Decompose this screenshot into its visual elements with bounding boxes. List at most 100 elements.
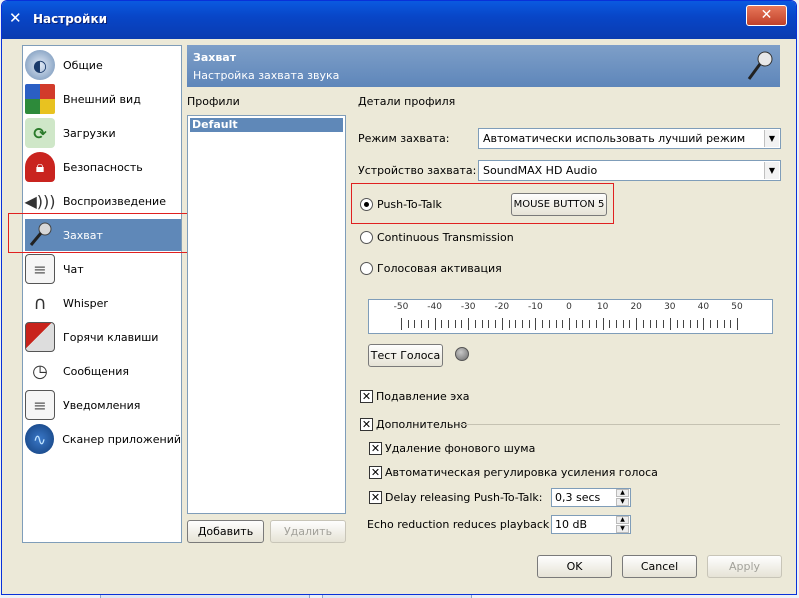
cancel-button[interactable]: Cancel [622,555,697,578]
noise-removal-label: Удаление фонового шума [385,442,536,455]
category-label: Внешний вид [63,92,141,106]
category-messages[interactable]: ◷ Сообщения [25,355,181,387]
category-app-scanner[interactable]: ∿ Сканер приложений [25,423,181,455]
profiles-list[interactable]: Default [187,115,346,514]
scale-tick [723,320,725,328]
category-hotkeys[interactable]: Горячи клавиши [25,321,181,353]
category-general[interactable]: ◐ Общие [25,49,181,81]
headset-icon: ∩ [33,292,47,314]
advanced-label: Дополнительно [376,418,468,431]
scale-tick [528,320,530,328]
chat-icon: ≡ [25,254,55,284]
scale-tick [569,318,570,330]
category-downloads[interactable]: ⟳ Загрузки [25,117,181,149]
scale-tick [636,318,638,330]
scale-tick [737,318,738,330]
app-icon: ✕ [9,9,22,27]
scale-tick [562,320,564,328]
add-profile-button[interactable]: Добавить [187,520,264,543]
scale-tick [421,320,423,328]
scale-tick [515,320,517,328]
scale-tick [542,320,544,328]
agc-label: Автоматическая регулировка усиления голо… [385,466,658,479]
push-to-talk-label: Push-To-Talk [377,198,442,211]
spin-down-icon[interactable]: ▼ [616,525,629,533]
noise-removal-checkbox[interactable]: ✕ [369,442,382,455]
ok-button[interactable]: OK [537,555,612,578]
close-button[interactable]: ✕ [746,5,787,26]
category-label: Безопасность [63,160,143,174]
window-title: Настройки [33,12,108,26]
push-to-talk-radio[interactable] [360,198,373,211]
category-chat[interactable]: ≡ Чат [25,253,181,285]
echo-reduction-value: 10 dB [555,518,588,531]
category-notifications[interactable]: ≡ Уведомления [25,389,181,421]
profile-item-default[interactable]: Default [190,118,343,132]
scale-tick-label: -40 [427,302,442,312]
agc-checkbox[interactable]: ✕ [369,466,382,479]
scale-tick [649,320,651,328]
voice-level-scale[interactable]: -50 -40 -30 -20 -10 0 10 20 30 40 50 [368,299,773,334]
delete-profile-button[interactable]: Удалить [270,520,346,543]
scale-tick [629,320,631,328]
notifications-icon: ≡ [25,390,55,420]
category-whisper[interactable]: ∩ Whisper [25,287,181,319]
apply-button[interactable]: Apply [707,555,782,578]
category-security[interactable]: 🔒︎ Безопасность [25,151,181,183]
scale-tick-label: -10 [528,302,543,312]
title-bar[interactable]: ✕ Настройки ✕ [2,1,796,39]
category-label: Чат [63,262,84,276]
chevron-down-icon[interactable]: ▼ [764,130,779,147]
scale-tick-label: 20 [630,302,642,312]
delay-ptt-checkbox[interactable]: ✕ [369,491,382,504]
capture-device-select[interactable]: SoundMAX HD Audio ▼ [478,160,781,181]
advanced-checkbox[interactable]: ✕ [360,418,373,431]
scale-tick [696,320,698,328]
scale-tick [676,320,678,328]
scale-tick [535,318,537,330]
scale-tick [495,320,497,328]
downloads-icon: ⟳ [25,118,55,148]
category-label: Загрузки [63,126,116,140]
capture-mode-value: Автоматически использовать лучший режим [483,132,746,145]
spin-down-icon[interactable]: ▼ [616,498,629,506]
echo-reduction-spinner[interactable]: 10 dB ▲ ▼ [551,515,631,534]
scale-tick-label: -50 [393,302,409,312]
echo-suppression-checkbox[interactable]: ✕ [360,390,373,403]
scale-tick [595,320,597,328]
spin-up-icon[interactable]: ▲ [616,489,629,497]
scale-tick [582,320,584,328]
capture-mode-select[interactable]: Автоматически использовать лучший режим … [478,128,781,149]
continuous-transmission-radio[interactable] [360,231,373,244]
security-lock-icon: 🔒︎ [25,152,55,182]
scale-tick [575,320,577,328]
close-icon: ✕ [760,7,773,23]
scale-tick [622,320,624,328]
scale-tick [642,320,644,328]
scale-tick [461,320,463,328]
chevron-down-icon[interactable]: ▼ [764,162,779,179]
speaker-icon: ◀︎))) [24,191,56,211]
scale-tick-label: 30 [664,302,676,312]
scale-tick [508,320,510,328]
scale-tick-label: 50 [731,302,743,312]
profiles-label: Профили [187,95,240,108]
continuous-transmission-label: Continuous Transmission [377,231,514,244]
scale-tick [663,320,665,328]
scale-tick [521,320,523,328]
capture-device-value: SoundMAX HD Audio [483,164,598,177]
scale-tick [414,320,416,328]
scale-tick-label: 40 [697,302,710,312]
scale-tick-label: 0 [566,302,572,312]
test-voice-button[interactable]: Тест Голоса [368,344,443,367]
scale-tick [689,320,691,328]
scale-tick [401,318,402,330]
delay-ptt-spinner[interactable]: 0,3 secs ▲ ▼ [551,488,631,507]
delay-ptt-value: 0,3 secs [555,491,601,504]
voice-activation-radio[interactable] [360,262,373,275]
category-appearance[interactable]: Внешний вид [25,83,181,115]
category-list: ◐ Общие Внешний вид ⟳ Загрузки 🔒︎ Безопа… [22,45,182,543]
push-to-talk-key-button[interactable]: MOUSE BUTTON 5 [511,193,607,216]
spin-up-icon[interactable]: ▲ [616,516,629,524]
scale-tick [716,320,718,328]
